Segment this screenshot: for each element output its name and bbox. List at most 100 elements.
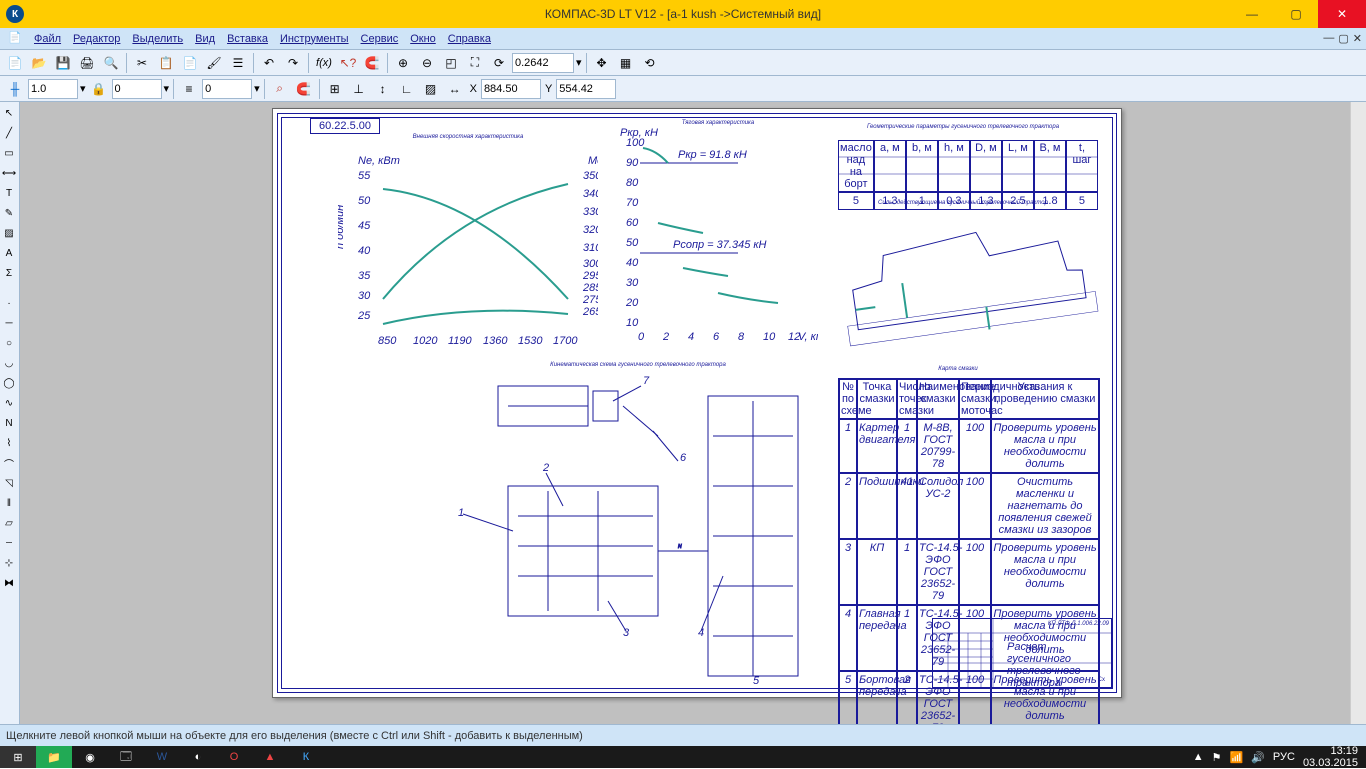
axis-tool[interactable]: ⊹ (0, 554, 18, 572)
cut-button[interactable]: ✂ (131, 52, 153, 74)
task-word[interactable]: W (144, 746, 180, 768)
canvas[interactable]: 60.22.5.00 Внешняя скоростная характерис… (20, 102, 1350, 724)
coord-x-input[interactable] (481, 79, 541, 99)
drawing-sheet[interactable]: 60.22.5.00 Внешняя скоростная характерис… (272, 108, 1122, 698)
menu-tools[interactable]: Инструменты (274, 33, 355, 45)
format-painter-button[interactable]: 🖌 (203, 52, 225, 74)
redraw-button[interactable]: ⟲ (639, 52, 661, 74)
measure-tool[interactable]: A (0, 244, 18, 262)
open-button[interactable]: 📂 (28, 52, 50, 74)
ellipse-tool[interactable]: ◯ (0, 374, 18, 392)
offset-tool[interactable]: ‖ (0, 494, 18, 512)
tray-date[interactable]: 03.03.2015 (1303, 757, 1358, 769)
task-kompas[interactable]: К (288, 746, 324, 768)
grid-button[interactable]: ⊞ (324, 78, 346, 100)
save-button[interactable]: 💾 (52, 52, 74, 74)
snap-toggle-button[interactable]: ⌕ (269, 78, 291, 100)
line-tool[interactable]: ╱ (0, 124, 18, 142)
text-tool[interactable]: T (0, 184, 18, 202)
zoom-window-button[interactable]: ◰ (440, 52, 462, 74)
break-tool[interactable]: ⧓ (0, 574, 18, 592)
zoom-fit-button[interactable]: ⛶ (464, 52, 486, 74)
polyline-tool[interactable]: Ν (0, 414, 18, 432)
properties-button[interactable]: ☰ (227, 52, 249, 74)
doc-close-button[interactable]: ✕ (1353, 32, 1362, 45)
print-button[interactable]: 🖨 (76, 52, 98, 74)
layer-dropdown-icon[interactable]: ▾ (164, 82, 170, 95)
menu-service[interactable]: Сервис (355, 33, 405, 45)
aux-line-tool[interactable]: ┄ (0, 534, 18, 552)
angle-button[interactable]: ∟ (396, 78, 418, 100)
arc-tool[interactable]: ◡ (0, 354, 18, 372)
param-tool[interactable]: Σ (0, 264, 18, 282)
fx-button[interactable]: f(x) (313, 52, 335, 74)
linestyle-input[interactable] (202, 79, 252, 99)
minimize-button[interactable]: — (1230, 0, 1274, 28)
task-pdf[interactable]: ▲ (252, 746, 288, 768)
hatch-button[interactable]: ▨ (420, 78, 442, 100)
magnet-button[interactable]: 🧲 (293, 78, 315, 100)
vertical-scrollbar[interactable] (1350, 102, 1366, 724)
linewidth-dropdown-icon[interactable]: ▾ (80, 82, 86, 95)
chamfer-tool[interactable]: ◹ (0, 474, 18, 492)
doc-restore-button[interactable]: ▢ (1338, 32, 1348, 45)
menu-help[interactable]: Справка (442, 33, 497, 45)
ortho-button[interactable]: ⊥ (348, 78, 370, 100)
maximize-button[interactable]: ▢ (1274, 0, 1318, 28)
contour-tool[interactable]: ▱ (0, 514, 18, 532)
menu-select[interactable]: Выделить (126, 33, 189, 45)
linewidth-input[interactable] (28, 79, 78, 99)
snap-button[interactable]: 🧲 (361, 52, 383, 74)
tray-network-icon[interactable]: 📶 (1230, 751, 1244, 764)
copy-button[interactable]: 📋 (155, 52, 177, 74)
menu-insert[interactable]: Вставка (221, 33, 274, 45)
menu-file[interactable]: Файл (28, 33, 67, 45)
zoom-out-button[interactable]: ⊖ (416, 52, 438, 74)
layer-input[interactable] (112, 79, 162, 99)
view-manager-button[interactable]: ▦ (615, 52, 637, 74)
zoom-refresh-button[interactable]: ⟳ (488, 52, 510, 74)
close-button[interactable]: ✕ (1318, 0, 1366, 28)
hatch-tool[interactable]: ▨ (0, 224, 18, 242)
segment-tool[interactable]: ─ (0, 314, 18, 332)
point-tool[interactable]: · (0, 294, 18, 312)
zoom-dropdown-icon[interactable]: ▾ (576, 56, 582, 69)
app-menu-icon[interactable]: 📄 (8, 31, 24, 47)
linestyle-dropdown-icon[interactable]: ▾ (254, 82, 260, 95)
tray-time[interactable]: 13:19 (1303, 745, 1358, 757)
lock-button[interactable]: 🔒 (88, 78, 110, 100)
task-explorer[interactable]: 📁 (36, 746, 72, 768)
dim-button[interactable]: ↔ (444, 78, 466, 100)
circle-tool[interactable]: ○ (0, 334, 18, 352)
tray-flag-icon[interactable]: ⚑ (1212, 751, 1222, 764)
task-opera[interactable]: O (216, 746, 252, 768)
preview-button[interactable]: 🔍 (100, 52, 122, 74)
task-app2[interactable]: 🗔 (108, 746, 144, 768)
redo-button[interactable]: ↷ (282, 52, 304, 74)
dimension-tool[interactable]: ⟷ (0, 164, 18, 182)
bezier-tool[interactable]: ⌇ (0, 434, 18, 452)
new-button[interactable]: 📄 (4, 52, 26, 74)
menu-editor[interactable]: Редактор (67, 33, 126, 45)
task-app1[interactable]: ◉ (72, 746, 108, 768)
coord-y-input[interactable] (556, 79, 616, 99)
undo-button[interactable]: ↶ (258, 52, 280, 74)
menu-window[interactable]: Окно (404, 33, 442, 45)
spline-tool[interactable]: ∿ (0, 394, 18, 412)
select-tool[interactable]: ↖ (0, 104, 18, 122)
pan-button[interactable]: ✥ (591, 52, 613, 74)
tray-lang[interactable]: РУС (1273, 751, 1295, 763)
linestyle-button[interactable]: ≡ (178, 78, 200, 100)
menu-view[interactable]: Вид (189, 33, 221, 45)
cursor-button[interactable]: ↖? (337, 52, 359, 74)
tray-up-icon[interactable]: ▲ (1193, 751, 1204, 763)
style-button[interactable]: ╫ (4, 78, 26, 100)
paste-button[interactable]: 📄 (179, 52, 201, 74)
zoom-input[interactable] (512, 53, 574, 73)
rect-tool[interactable]: ▭ (0, 144, 18, 162)
tray-volume-icon[interactable]: 🔊 (1251, 751, 1265, 764)
xy-button[interactable]: ↕ (372, 78, 394, 100)
edit-tool[interactable]: ✎ (0, 204, 18, 222)
system-tray[interactable]: ▲ ⚑ 📶 🔊 РУС 13:19 03.03.2015 (1185, 745, 1366, 769)
zoom-in-button[interactable]: ⊕ (392, 52, 414, 74)
